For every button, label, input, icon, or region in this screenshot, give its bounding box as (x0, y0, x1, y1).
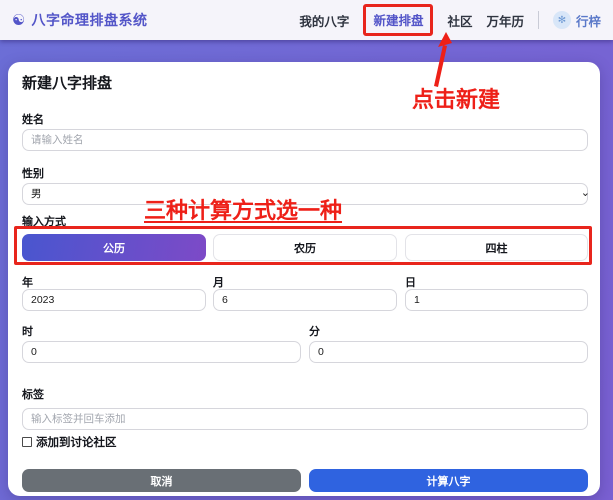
page: ☯ 八字命理排盘系统 我的八字 新建排盘 社区 万年历 ✻ 行梓 新建八字排盘 … (0, 0, 613, 500)
form-title: 新建八字排盘 (22, 72, 112, 93)
nav-community[interactable]: 社区 (447, 11, 472, 30)
hour-label: 时 (22, 323, 33, 339)
year-input[interactable] (22, 289, 206, 311)
minute-label: 分 (309, 323, 320, 339)
annotation-highlight-box: 新建排盘 (363, 4, 433, 36)
annotation-arrow-icon (424, 30, 460, 88)
day-label: 日 (405, 274, 416, 290)
user-menu[interactable]: ✻ 行梓 (553, 11, 601, 30)
gender-label: 性别 (22, 165, 44, 181)
app-title: 八字命理排盘系统 (31, 10, 147, 30)
nav-my-bazi[interactable]: 我的八字 (299, 11, 349, 30)
nav-calendar[interactable]: 万年历 (486, 11, 524, 30)
name-input[interactable] (22, 129, 588, 151)
day-input[interactable] (405, 289, 588, 311)
year-label: 年 (22, 274, 33, 290)
community-checkbox-label: 添加到讨论社区 (36, 434, 117, 450)
new-chart-form-card: 新建八字排盘 姓名 性别 男 ⌄ 输入方式 公历 农历 四柱 年 月 日 时 分… (8, 62, 600, 496)
brand[interactable]: ☯ 八字命理排盘系统 (12, 10, 147, 30)
tab-lunar-calendar[interactable]: 农历 (213, 234, 397, 261)
month-input[interactable] (213, 289, 397, 311)
community-checkbox[interactable] (22, 437, 32, 447)
app-header: ☯ 八字命理排盘系统 我的八字 新建排盘 社区 万年历 ✻ 行梓 (0, 0, 613, 40)
tags-input[interactable] (22, 408, 588, 430)
tab-solar-calendar[interactable]: 公历 (22, 234, 206, 261)
tags-label: 标签 (22, 386, 44, 402)
yinyang-logo-icon: ☯ (12, 13, 25, 28)
month-label: 月 (213, 274, 224, 290)
nav-divider (538, 11, 539, 29)
cancel-button[interactable]: 取消 (22, 469, 301, 492)
annotation-choose-method-text: 三种计算方式选一种 (144, 193, 342, 225)
minute-input[interactable] (309, 341, 588, 363)
name-label: 姓名 (22, 111, 44, 127)
nav-new-chart[interactable]: 新建排盘 (373, 14, 423, 28)
user-avatar-icon: ✻ (553, 11, 571, 29)
username[interactable]: 行梓 (576, 11, 601, 30)
community-checkbox-row: 添加到讨论社区 (22, 434, 117, 450)
calculate-bazi-button[interactable]: 计算八字 (309, 469, 588, 492)
hour-input[interactable] (22, 341, 301, 363)
tab-four-pillars[interactable]: 四柱 (405, 234, 588, 261)
